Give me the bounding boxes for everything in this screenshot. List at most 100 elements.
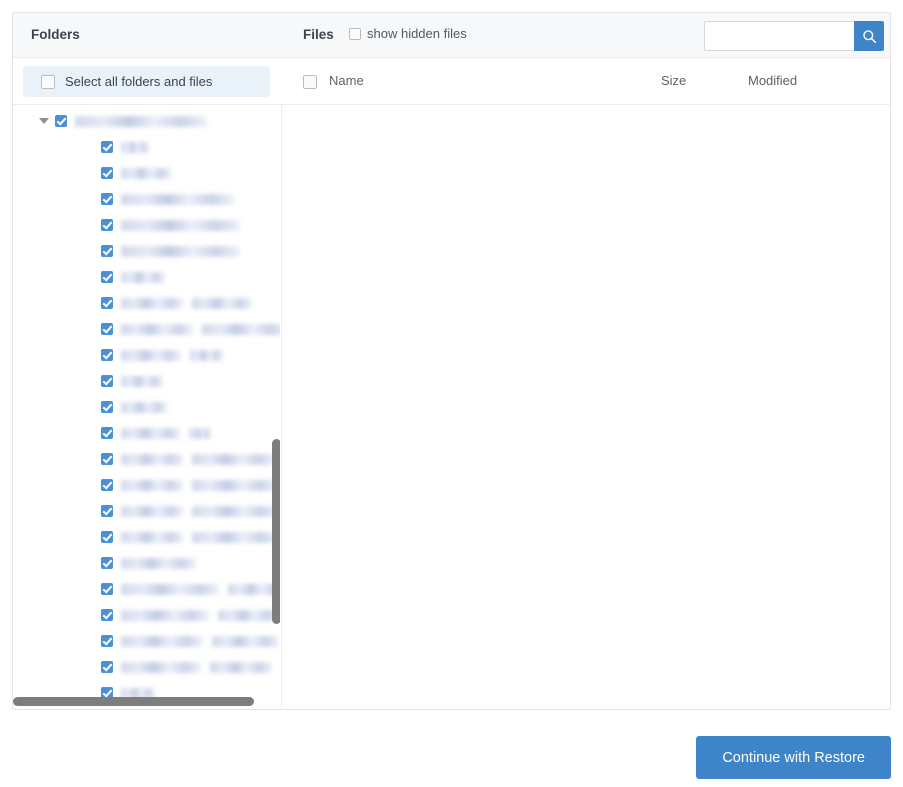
redacted-text bbox=[121, 479, 183, 491]
tree-row[interactable] bbox=[13, 524, 280, 550]
redacted-text bbox=[192, 453, 275, 465]
tree-row[interactable] bbox=[13, 290, 280, 316]
tree-row-label bbox=[121, 193, 234, 205]
tree-row-checkbox[interactable] bbox=[101, 557, 113, 569]
continue-with-restore-button[interactable]: Continue with Restore bbox=[696, 736, 891, 779]
tree-row[interactable] bbox=[13, 238, 280, 264]
tree-horizontal-scrollbar[interactable] bbox=[13, 697, 254, 706]
redacted-text bbox=[121, 323, 193, 335]
redacted-text bbox=[121, 167, 171, 179]
tree-row-checkbox[interactable] bbox=[101, 167, 113, 179]
tree-row[interactable] bbox=[13, 446, 280, 472]
tree-row-checkbox[interactable] bbox=[101, 661, 113, 673]
folders-tree-pane[interactable] bbox=[13, 105, 280, 709]
redacted-text bbox=[121, 271, 165, 283]
tree-row-label bbox=[121, 609, 279, 621]
tree-row-checkbox[interactable] bbox=[101, 427, 113, 439]
tree-row[interactable] bbox=[13, 420, 280, 446]
tree-row[interactable] bbox=[13, 108, 280, 134]
tree-row[interactable] bbox=[13, 186, 280, 212]
redacted-text bbox=[121, 193, 234, 205]
tree-row-label bbox=[121, 141, 149, 153]
select-all-label: Select all folders and files bbox=[65, 74, 213, 89]
tree-row-label bbox=[121, 401, 167, 413]
tree-row-checkbox[interactable] bbox=[101, 505, 113, 517]
tree-row[interactable] bbox=[13, 342, 280, 368]
tree-row-label bbox=[121, 453, 275, 465]
tree-row[interactable] bbox=[13, 160, 280, 186]
redacted-text bbox=[121, 401, 167, 413]
tree-row[interactable] bbox=[13, 576, 280, 602]
files-panel-title: Files bbox=[303, 27, 334, 42]
column-header-modified[interactable]: Modified bbox=[748, 73, 797, 88]
tree-row-checkbox[interactable] bbox=[101, 245, 113, 257]
tree-row[interactable] bbox=[13, 394, 280, 420]
redacted-text bbox=[202, 323, 280, 335]
redacted-text bbox=[210, 661, 272, 673]
redacted-text bbox=[121, 375, 163, 387]
tree-row[interactable] bbox=[13, 316, 280, 342]
redacted-text bbox=[121, 453, 183, 465]
tree-row-checkbox[interactable] bbox=[101, 479, 113, 491]
tree-row[interactable] bbox=[13, 212, 280, 238]
tree-row-checkbox[interactable] bbox=[101, 401, 113, 413]
redacted-text bbox=[75, 115, 207, 127]
tree-row-checkbox[interactable] bbox=[101, 375, 113, 387]
tree-row[interactable] bbox=[13, 472, 280, 498]
redacted-text bbox=[121, 245, 240, 257]
tree-row-checkbox[interactable] bbox=[101, 453, 113, 465]
redacted-text bbox=[192, 505, 278, 517]
tree-row[interactable] bbox=[13, 550, 280, 576]
select-all-checkbox[interactable] bbox=[41, 74, 55, 89]
tree-row-checkbox[interactable] bbox=[101, 297, 113, 309]
tree-row-checkbox[interactable] bbox=[101, 271, 113, 283]
tree-row-checkbox[interactable] bbox=[55, 115, 67, 127]
tree-vertical-scrollbar[interactable] bbox=[272, 439, 280, 624]
redacted-text bbox=[192, 479, 277, 491]
tree-row-label bbox=[121, 661, 272, 673]
files-select-all-checkbox[interactable] bbox=[303, 75, 317, 89]
tree-row-checkbox[interactable] bbox=[101, 193, 113, 205]
tree-row-label bbox=[121, 219, 240, 231]
tree-row[interactable] bbox=[13, 654, 280, 680]
column-header-name[interactable]: Name bbox=[329, 73, 364, 88]
tree-row[interactable] bbox=[13, 264, 280, 290]
tree-row-label bbox=[121, 583, 280, 595]
redacted-text bbox=[190, 349, 223, 361]
tree-row-checkbox[interactable] bbox=[101, 323, 113, 335]
search-group bbox=[704, 21, 884, 51]
redacted-text bbox=[121, 505, 183, 517]
column-header-row: Select all folders and files Name Size M… bbox=[13, 58, 890, 105]
tree-row-checkbox[interactable] bbox=[101, 583, 113, 595]
redacted-text bbox=[121, 583, 219, 595]
tree-row-checkbox[interactable] bbox=[101, 635, 113, 647]
tree-row-label bbox=[121, 245, 240, 257]
search-input[interactable] bbox=[704, 21, 854, 51]
redacted-text bbox=[121, 141, 149, 153]
tree-row-checkbox[interactable] bbox=[101, 531, 113, 543]
tree-row[interactable] bbox=[13, 134, 280, 160]
show-hidden-files-toggle[interactable]: show hidden files bbox=[349, 26, 467, 41]
select-all-folders-and-files[interactable]: Select all folders and files bbox=[23, 66, 270, 97]
tree-row-checkbox[interactable] bbox=[101, 609, 113, 621]
tree-row[interactable] bbox=[13, 628, 280, 654]
tree-row-checkbox[interactable] bbox=[101, 141, 113, 153]
column-header-size[interactable]: Size bbox=[661, 73, 686, 88]
show-hidden-files-checkbox[interactable] bbox=[349, 27, 361, 40]
tree-row-checkbox[interactable] bbox=[101, 219, 113, 231]
search-button[interactable] bbox=[854, 21, 884, 51]
redacted-text bbox=[121, 531, 183, 543]
tree-row[interactable] bbox=[13, 498, 280, 524]
dialog-footer: Continue with Restore bbox=[0, 710, 903, 787]
tree-row[interactable] bbox=[13, 368, 280, 394]
folders-tree bbox=[13, 105, 280, 706]
tree-row-label bbox=[121, 505, 278, 517]
files-list-pane[interactable] bbox=[281, 105, 890, 709]
chevron-down-icon[interactable] bbox=[39, 118, 49, 124]
redacted-text bbox=[121, 427, 180, 439]
tree-row-checkbox[interactable] bbox=[101, 349, 113, 361]
tree-row-label bbox=[121, 557, 196, 569]
folders-panel-title: Folders bbox=[31, 27, 80, 42]
tree-row[interactable] bbox=[13, 602, 280, 628]
redacted-text bbox=[218, 609, 279, 621]
